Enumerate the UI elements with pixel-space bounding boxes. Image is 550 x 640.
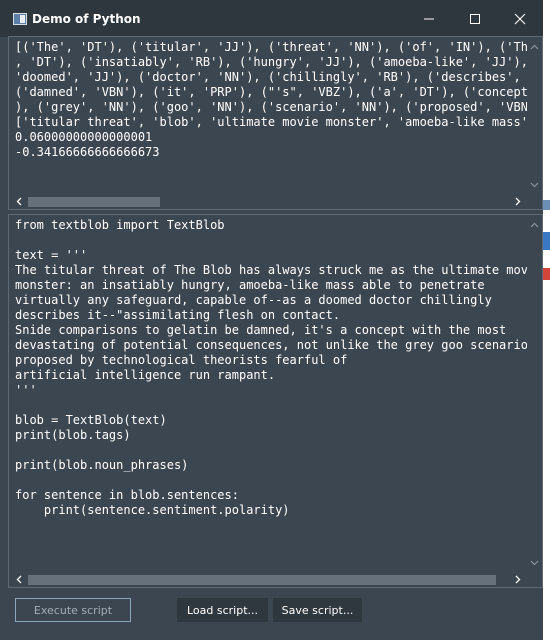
chevron-up-icon [530, 44, 539, 49]
chevron-left-icon [16, 575, 21, 584]
minimize-button[interactable] [406, 0, 452, 37]
scroll-left-button[interactable] [11, 194, 26, 209]
scroll-right-button[interactable] [510, 194, 525, 209]
output-horizontal-scrollbar[interactable] [9, 194, 527, 209]
code-line: text = ''' [15, 248, 88, 262]
code-line: print(blob.tags) [15, 428, 131, 442]
output-line: ), ('grey', 'NN'), ('goo', 'NN'), ('scen… [15, 100, 527, 114]
title-bar[interactable]: Demo of Python [0, 0, 543, 37]
execute-script-button[interactable]: Execute script [15, 598, 131, 622]
output-text-area[interactable]: [('The', 'DT'), ('titular', 'JJ'), ('thr… [9, 37, 527, 194]
desktop-background [543, 0, 550, 640]
code-line: artificial intelligence run rampant. [15, 368, 276, 382]
output-line: 'doomed', 'JJ'), ('doctor', 'NN'), ('chi… [15, 70, 521, 84]
output-line: 0.06000000000000001 [15, 130, 153, 144]
app-window-icon [13, 12, 27, 25]
code-line: print(blob.noun_phrases) [15, 458, 189, 472]
code-line: Snide comparisons to gelatin be damned, … [15, 323, 507, 337]
script-editor[interactable]: from textblob import TextBlob text = ''' T… [8, 214, 543, 588]
minimize-icon [424, 18, 434, 19]
scroll-corner [527, 572, 542, 587]
maximize-icon [470, 13, 480, 24]
editor-vertical-scrollbar[interactable] [527, 215, 542, 572]
editor-horizontal-scrollbar[interactable] [9, 572, 527, 587]
code-line: proposed by technological theorists fear… [15, 353, 348, 367]
desktop-fragment [543, 232, 550, 250]
chevron-down-icon [530, 182, 539, 187]
maximize-button[interactable] [452, 0, 498, 37]
scroll-down-button[interactable] [527, 177, 542, 192]
scroll-left-button[interactable] [11, 572, 26, 587]
output-console[interactable]: [('The', 'DT'), ('titular', 'JJ'), ('thr… [8, 36, 543, 210]
output-scroll-thumb[interactable] [28, 197, 160, 207]
code-line: for sentence in blob.sentences: [15, 488, 239, 502]
editor-scroll-thumb[interactable] [28, 575, 496, 585]
chevron-right-icon [515, 197, 520, 206]
code-line: The titular threat of The Blob has alway… [15, 263, 527, 277]
close-icon [514, 13, 526, 24]
scroll-up-button[interactable] [527, 217, 542, 232]
save-script-button[interactable]: Save script... [273, 598, 362, 622]
chevron-down-icon [530, 560, 539, 565]
output-line: [('The', 'DT'), ('titular', 'JJ'), ('thr… [15, 40, 527, 54]
chevron-up-icon [530, 222, 539, 227]
desktop-fragment [543, 200, 550, 210]
close-button[interactable] [497, 0, 543, 37]
code-line: print(sentence.sentiment.polarity) [15, 503, 290, 517]
scroll-up-button[interactable] [527, 39, 542, 54]
chevron-left-icon [16, 197, 21, 206]
window-title: Demo of Python [32, 11, 141, 26]
code-line: monster: an insatiably hungry, amoeba-li… [15, 278, 485, 292]
code-line: blob = TextBlob(text) [15, 413, 167, 427]
code-line: virtually any safeguard, capable of--as … [15, 293, 492, 307]
code-line: describes it--"assimilating flesh on con… [15, 308, 341, 322]
output-line: ('damned', 'VBN'), ('it', 'PRP'), ("'s",… [15, 85, 527, 99]
code-line: devastating of potential consequences, n… [15, 338, 527, 352]
scroll-down-button[interactable] [527, 555, 542, 570]
desktop-fragment [543, 268, 550, 280]
editor-text-area[interactable]: from textblob import TextBlob text = ''' T… [9, 215, 527, 572]
app-window: Demo of Python [('The', 'DT'), ('titular… [0, 0, 550, 640]
code-line: ''' [15, 383, 37, 397]
output-vertical-scrollbar[interactable] [527, 37, 542, 194]
scroll-corner [527, 194, 542, 209]
output-line: ['titular threat', 'blob', 'ultimate mov… [15, 115, 527, 129]
output-line: , 'DT'), ('insatiably', 'RB'), ('hungry'… [15, 55, 527, 69]
scroll-right-button[interactable] [510, 572, 525, 587]
chevron-right-icon [515, 575, 520, 584]
output-line: -0.34166666666666673 [15, 145, 160, 159]
load-script-button[interactable]: Load script... [177, 598, 268, 622]
code-line: from textblob import TextBlob [15, 218, 225, 232]
